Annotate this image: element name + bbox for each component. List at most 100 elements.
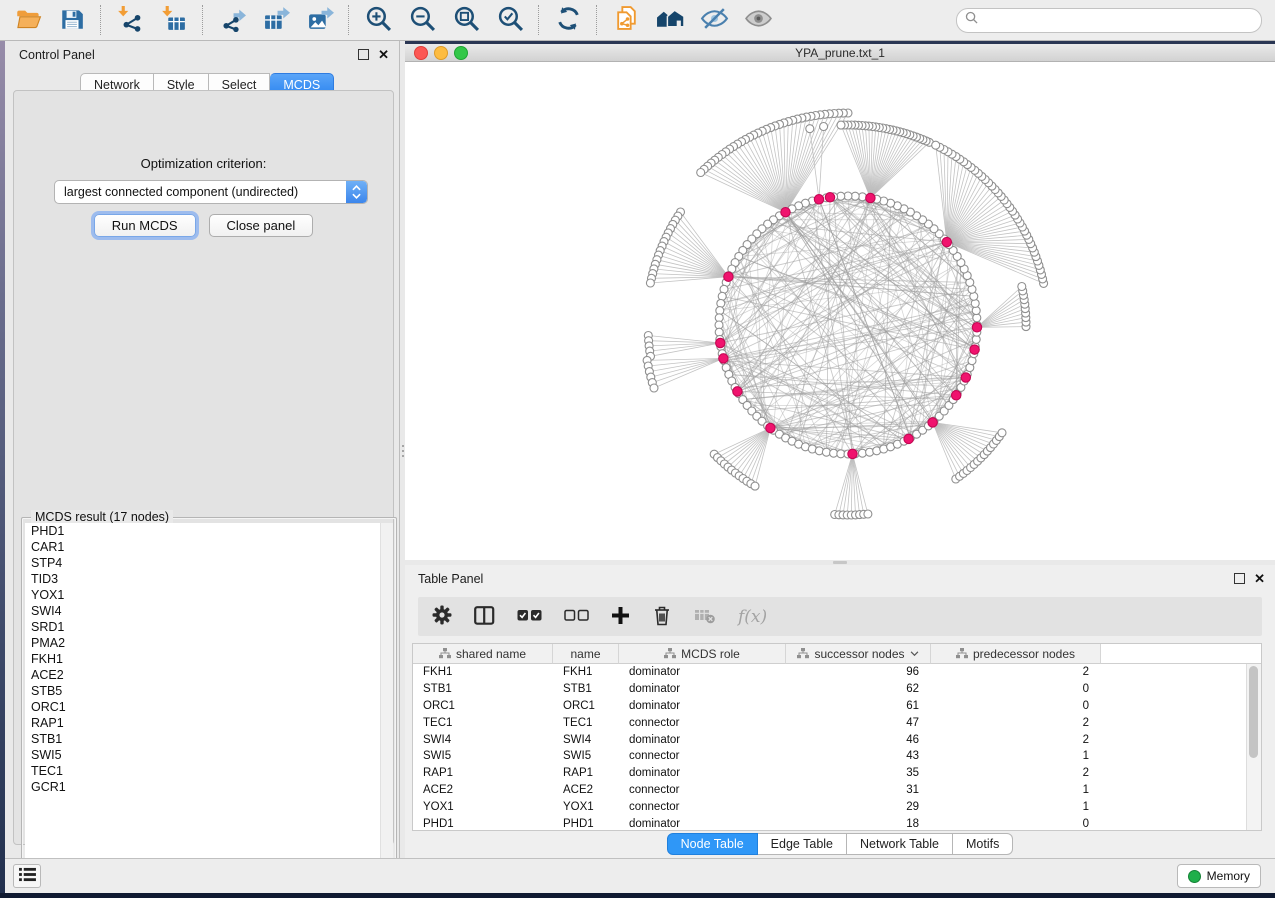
- table-row[interactable]: SWI5SWI5connector431: [413, 748, 1261, 765]
- network-canvas[interactable]: [405, 62, 1275, 560]
- zoom-selected-button[interactable]: [495, 5, 525, 35]
- mcds-result-item[interactable]: SRD1: [25, 619, 393, 635]
- delete-column-button[interactable]: [652, 605, 672, 629]
- mcds-result-item[interactable]: STB1: [25, 731, 393, 747]
- mcds-result-item[interactable]: YOX1: [25, 587, 393, 603]
- column-header-successor-nodes[interactable]: successor nodes: [786, 644, 931, 664]
- run-mcds-button[interactable]: Run MCDS: [94, 214, 196, 237]
- table-row[interactable]: RAP1RAP1dominator352: [413, 765, 1261, 782]
- zoom-in-button[interactable]: [363, 5, 393, 35]
- tab-motifs[interactable]: Motifs: [953, 833, 1013, 855]
- control-panel: Control Panel ✕ Network Style Select MCD…: [5, 41, 400, 858]
- mcds-result-item[interactable]: ORC1: [25, 699, 393, 715]
- export-table-button[interactable]: [261, 5, 291, 35]
- tab-node-table[interactable]: Node Table: [667, 833, 758, 855]
- float-panel-icon[interactable]: [358, 49, 369, 60]
- mcds-result-item[interactable]: GCR1: [25, 779, 393, 795]
- zoom-fit-icon: [453, 5, 480, 35]
- export-image-button[interactable]: [305, 5, 335, 35]
- zoom-fit-button[interactable]: [451, 5, 481, 35]
- table-row[interactable]: SWI4SWI4dominator462: [413, 731, 1261, 748]
- refresh-button[interactable]: [553, 5, 583, 35]
- divider-grip-icon[interactable]: [833, 561, 847, 564]
- show-panels-button[interactable]: [13, 864, 41, 888]
- column-header-predecessor-nodes[interactable]: predecessor nodes: [931, 644, 1101, 664]
- close-panel-button[interactable]: Close panel: [209, 214, 314, 237]
- import-table-button[interactable]: [159, 5, 189, 35]
- clone-network-button[interactable]: [611, 5, 641, 35]
- search-field[interactable]: [956, 8, 1262, 33]
- close-panel-icon[interactable]: ✕: [1254, 572, 1265, 585]
- mcds-result-items: PHD1CAR1STP4TID3YOX1SWI4SRD1PMA2FKH1ACE2…: [25, 523, 393, 795]
- tab-edge-table[interactable]: Edge Table: [758, 833, 847, 855]
- memory-button[interactable]: Memory: [1177, 864, 1261, 888]
- tab-network-table[interactable]: Network Table: [847, 833, 953, 855]
- select-all-columns-button[interactable]: [517, 608, 542, 626]
- table-row[interactable]: TEC1TEC1connector472: [413, 714, 1261, 731]
- table-cell: 46: [786, 734, 931, 746]
- search-input[interactable]: [983, 12, 1253, 28]
- table-row[interactable]: FKH1FKH1dominator962: [413, 664, 1261, 681]
- save-session-button[interactable]: [57, 5, 87, 35]
- mcds-result-item[interactable]: FKH1: [25, 651, 393, 667]
- table-row[interactable]: PHD1PHD1dominator180: [413, 815, 1261, 832]
- first-neighbors-button[interactable]: [655, 5, 685, 35]
- table-row[interactable]: ORC1ORC1dominator610: [413, 698, 1261, 715]
- show-columns-button[interactable]: [474, 606, 495, 628]
- table-panel: Table Panel ✕ f(x) shared namenameMCDS r…: [405, 565, 1275, 858]
- scrollbar-thumb[interactable]: [1249, 666, 1258, 758]
- table-row[interactable]: ACE2ACE2connector311: [413, 782, 1261, 799]
- table-row[interactable]: YOX1YOX1connector291: [413, 798, 1261, 815]
- close-panel-icon[interactable]: ✕: [378, 48, 389, 61]
- column-header-name[interactable]: name: [553, 644, 619, 664]
- mcds-result-list[interactable]: PHD1CAR1STP4TID3YOX1SWI4SRD1PMA2FKH1ACE2…: [25, 523, 393, 886]
- show-all-button[interactable]: [743, 5, 773, 35]
- table-cell: 61: [786, 700, 931, 712]
- mcds-result-item[interactable]: TEC1: [25, 763, 393, 779]
- float-panel-icon[interactable]: [1234, 573, 1245, 584]
- mcds-result-item[interactable]: ACE2: [25, 667, 393, 683]
- mcds-result-item[interactable]: PHD1: [25, 523, 393, 539]
- open-folder-icon: [15, 5, 42, 35]
- mcds-result-item[interactable]: STP4: [25, 555, 393, 571]
- table-row[interactable]: STB1STB1dominator620: [413, 681, 1261, 698]
- desktop-wallpaper-bottom: [0, 893, 1275, 898]
- table-scrollbar[interactable]: [1246, 664, 1261, 830]
- export-network-button[interactable]: [217, 5, 247, 35]
- open-file-button[interactable]: [13, 5, 43, 35]
- deselect-all-columns-button[interactable]: [564, 608, 589, 626]
- zoom-out-button[interactable]: [407, 5, 437, 35]
- mcds-result-item[interactable]: PMA2: [25, 635, 393, 651]
- import-network-button[interactable]: [115, 5, 145, 35]
- table-cell: SWI4: [413, 734, 553, 746]
- mcds-result-item[interactable]: SWI5: [25, 747, 393, 763]
- table-cell: ORC1: [413, 700, 553, 712]
- mcds-result-item[interactable]: STB5: [25, 683, 393, 699]
- network-graph: [405, 62, 1275, 560]
- zoom-out-icon: [409, 5, 436, 35]
- table-panel-title: Table Panel: [418, 572, 483, 586]
- mcds-list-scrollbar[interactable]: [380, 523, 393, 886]
- column-header-shared-name[interactable]: shared name: [413, 644, 553, 664]
- table-cell: FKH1: [413, 666, 553, 678]
- mcds-result-item[interactable]: TID3: [25, 571, 393, 587]
- column-header-MCDS-role[interactable]: MCDS role: [619, 644, 786, 664]
- optimization-criterion-label: Optimization criterion:: [14, 156, 393, 171]
- function-builder-button-disabled: f(x): [738, 607, 767, 627]
- dropdown-value: largest connected component (undirected): [55, 185, 346, 199]
- table-settings-button[interactable]: [432, 605, 452, 628]
- create-column-button[interactable]: [611, 606, 630, 628]
- mcds-result-item[interactable]: RAP1: [25, 715, 393, 731]
- table-cell: 0: [931, 683, 1101, 695]
- network-window-titlebar[interactable]: YPA_prune.txt_1: [405, 44, 1275, 62]
- hide-selected-button[interactable]: [699, 5, 729, 35]
- delete-table-icon: [694, 607, 716, 627]
- list-icon: [19, 867, 36, 885]
- zoom-selected-icon: [497, 5, 524, 35]
- search-icon: [965, 11, 978, 29]
- export-network-icon: [219, 5, 246, 35]
- mcds-result-item[interactable]: SWI4: [25, 603, 393, 619]
- mcds-result-item[interactable]: CAR1: [25, 539, 393, 555]
- table-cell: 2: [931, 767, 1101, 779]
- optimization-criterion-dropdown[interactable]: largest connected component (undirected): [54, 180, 368, 204]
